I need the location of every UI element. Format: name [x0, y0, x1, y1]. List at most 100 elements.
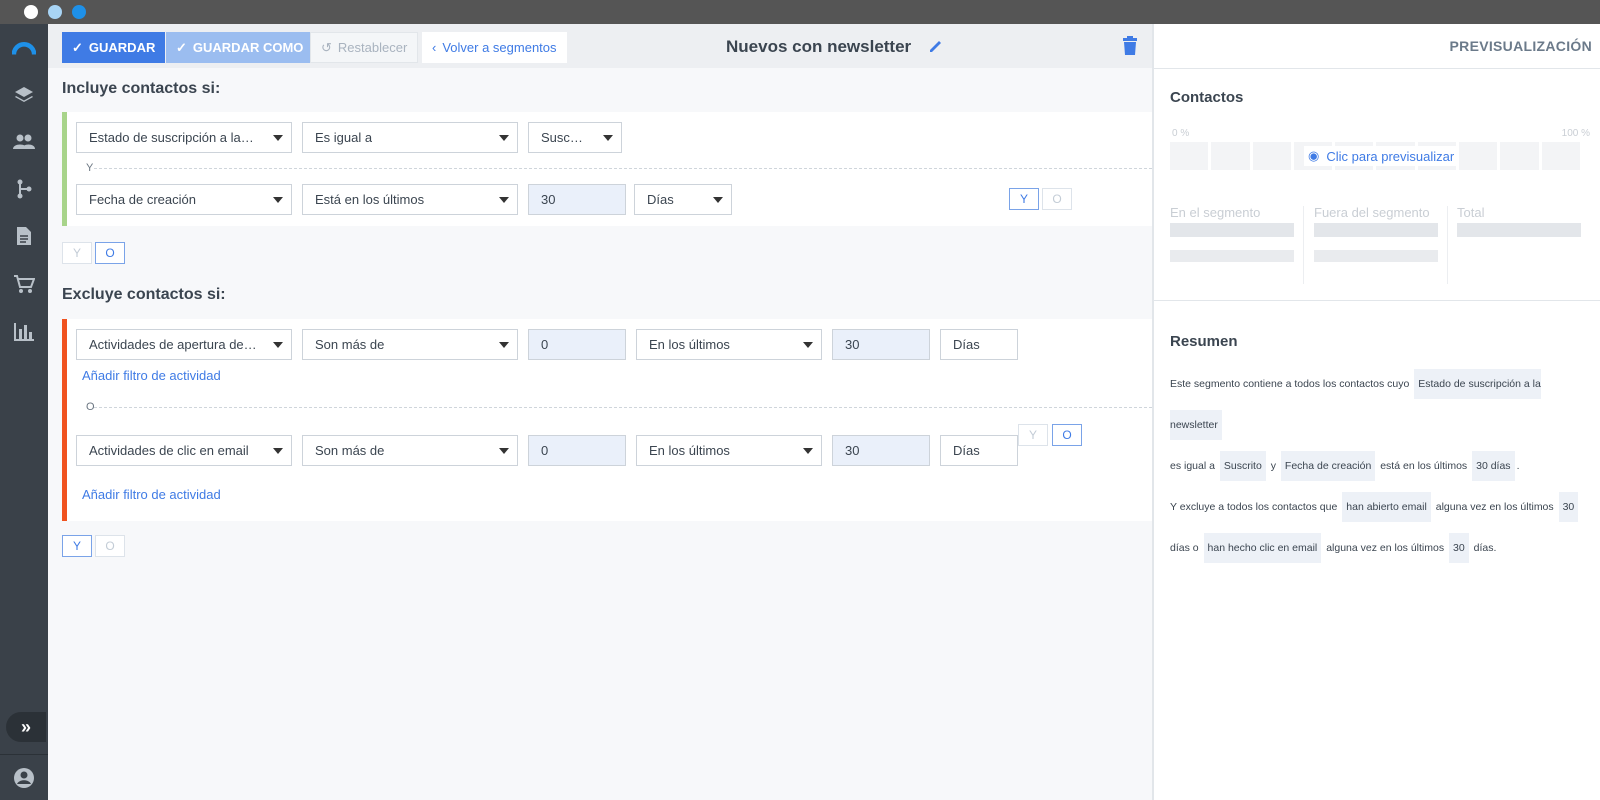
include-inner-and-toggle[interactable]: Y [1009, 188, 1039, 210]
logo-icon[interactable] [12, 36, 36, 60]
stat-divider [1447, 206, 1448, 284]
include-heading: Incluye contactos si: [62, 80, 221, 97]
check-icon: ✓ [72, 39, 83, 55]
pencil-icon[interactable] [928, 38, 944, 59]
sidebar: » [0, 24, 48, 800]
stat-total-label: Total [1457, 205, 1485, 220]
save-as-button[interactable]: ✓ GUARDAR COMO [166, 32, 314, 63]
and-separator-label: Y [86, 162, 94, 174]
caret-down-icon [499, 342, 509, 348]
segment-title: Nuevos con newsletter [726, 37, 912, 56]
include-days-input[interactable]: 30 [528, 184, 626, 215]
preview-title: PREVISUALIZACIÓN [1449, 38, 1592, 54]
expand-sidebar-button[interactable]: » [6, 712, 46, 742]
double-chevron-icon: » [20, 716, 31, 737]
exclude-count-input[interactable]: 0 [528, 329, 626, 360]
window-close-dot[interactable] [24, 5, 38, 19]
caret-down-icon [803, 448, 813, 454]
chevron-left-icon: ‹ [432, 40, 437, 55]
reset-button[interactable]: ↺ Restablecer [310, 32, 419, 63]
exclude-count-input-2[interactable]: 0 [528, 435, 626, 466]
summary-chip: Suscrito [1219, 451, 1266, 481]
exclude-activity-select-2[interactable]: Actividades de clic en email [76, 435, 292, 466]
include-value-select[interactable]: Suscrito [528, 122, 622, 153]
user-avatar[interactable] [0, 754, 48, 800]
include-field-select[interactable]: Estado de suscripción a la ne… [76, 122, 292, 153]
toolbar: ✓ GUARDAR ✓ GUARDAR COMO ↺ Restablecer ‹ Vol… [48, 24, 1152, 68]
exclude-unit-field-2[interactable]: Días [940, 435, 1018, 466]
caret-down-icon [273, 135, 283, 141]
include-inner-or-toggle[interactable]: O [1042, 188, 1072, 210]
exclude-inner-and-toggle[interactable]: Y [1018, 424, 1048, 446]
chart-icon[interactable] [12, 320, 36, 344]
back-to-segments-button[interactable]: ‹ Volver a segmentos [422, 32, 567, 63]
exclude-heading: Excluye contactos si: [62, 286, 226, 303]
stat-out-segment-label: Fuera del segmento [1314, 205, 1430, 220]
reset-icon: ↺ [321, 39, 332, 55]
include-operator-select[interactable]: Es igual a [302, 122, 518, 153]
eye-icon: ◉ [1308, 148, 1320, 163]
exclude-group: Actividades de apertura de e… Son más de… [62, 319, 1152, 521]
caret-down-icon [603, 135, 613, 141]
include-field-select-2[interactable]: Fecha de creación [76, 184, 292, 215]
summary-chip: han hecho clic en email [1203, 533, 1322, 563]
summary-heading: Resumen [1170, 333, 1238, 350]
summary-text: Este segmento contiene a todos los conta… [1170, 364, 1590, 569]
caret-down-icon [273, 197, 283, 203]
divider [1154, 68, 1600, 69]
exclude-period-select-2[interactable]: En los últimos [636, 435, 822, 466]
layers-icon[interactable] [12, 83, 36, 107]
add-activity-filter-link-2[interactable]: Añadir filtro de actividad [82, 487, 221, 502]
include-outer-and-toggle[interactable]: Y [62, 242, 92, 264]
stat-skeleton [1170, 223, 1294, 237]
exclude-outer-or-toggle[interactable]: O [95, 535, 125, 557]
document-icon[interactable] [12, 224, 36, 248]
window-titlebar [0, 0, 1600, 24]
exclude-operator-select[interactable]: Son más de [302, 329, 518, 360]
exclude-bar [62, 319, 67, 521]
include-operator-select-2[interactable]: Está en los últimos [302, 184, 518, 215]
exclude-unit-field[interactable]: Días [940, 329, 1018, 360]
divider [1154, 300, 1600, 301]
caret-down-icon [803, 342, 813, 348]
exclude-operator-select-2[interactable]: Son más de [302, 435, 518, 466]
preview-panel: PREVISUALIZACIÓN Contactos 0 % 100 % ◉ Cl… [1152, 24, 1600, 800]
exclude-activity-select[interactable]: Actividades de apertura de e… [76, 329, 292, 360]
caret-down-icon [713, 197, 723, 203]
save-button[interactable]: ✓ GUARDAR [62, 32, 166, 63]
user-icon [14, 767, 34, 788]
exclude-inner-or-toggle[interactable]: O [1052, 424, 1082, 446]
trash-icon[interactable] [1122, 36, 1138, 61]
window-maximize-dot[interactable] [72, 5, 86, 19]
include-outer-or-toggle[interactable]: O [95, 242, 125, 264]
exclude-days-input-2[interactable]: 30 [832, 435, 930, 466]
stat-skeleton [1457, 223, 1581, 237]
summary-chip: 30 [1558, 492, 1579, 522]
include-unit-select[interactable]: Días [634, 184, 732, 215]
automation-icon[interactable] [12, 177, 36, 201]
caret-down-icon [499, 197, 509, 203]
cart-icon[interactable] [12, 272, 36, 296]
exclude-outer-and-toggle[interactable]: Y [62, 535, 92, 557]
percent-max-label: 100 % [1561, 128, 1590, 139]
summary-chip: 30 días [1472, 451, 1515, 481]
check-icon: ✓ [176, 39, 187, 55]
add-activity-filter-link[interactable]: Añadir filtro de actividad [82, 368, 221, 383]
separator-line [94, 168, 1152, 169]
separator-line [94, 407, 1152, 408]
exclude-period-select[interactable]: En los últimos [636, 329, 822, 360]
stat-skeleton [1314, 250, 1438, 262]
contacts-icon[interactable] [12, 130, 36, 154]
caret-down-icon [499, 135, 509, 141]
caret-down-icon [273, 342, 283, 348]
click-to-preview-button[interactable]: ◉ Clic para previsualizar [1304, 146, 1459, 166]
stat-in-segment-label: En el segmento [1170, 205, 1261, 220]
include-group: Estado de suscripción a la ne… Es igual … [62, 112, 1152, 226]
caret-down-icon [273, 448, 283, 454]
include-bar [62, 112, 67, 226]
exclude-days-input[interactable]: 30 [832, 329, 930, 360]
window-minimize-dot[interactable] [48, 5, 62, 19]
segment-editor: ✓ GUARDAR ✓ GUARDAR COMO ↺ Restablecer ‹ Vol… [48, 24, 1152, 800]
percent-min-label: 0 % [1172, 128, 1190, 139]
stat-divider [1303, 206, 1304, 284]
